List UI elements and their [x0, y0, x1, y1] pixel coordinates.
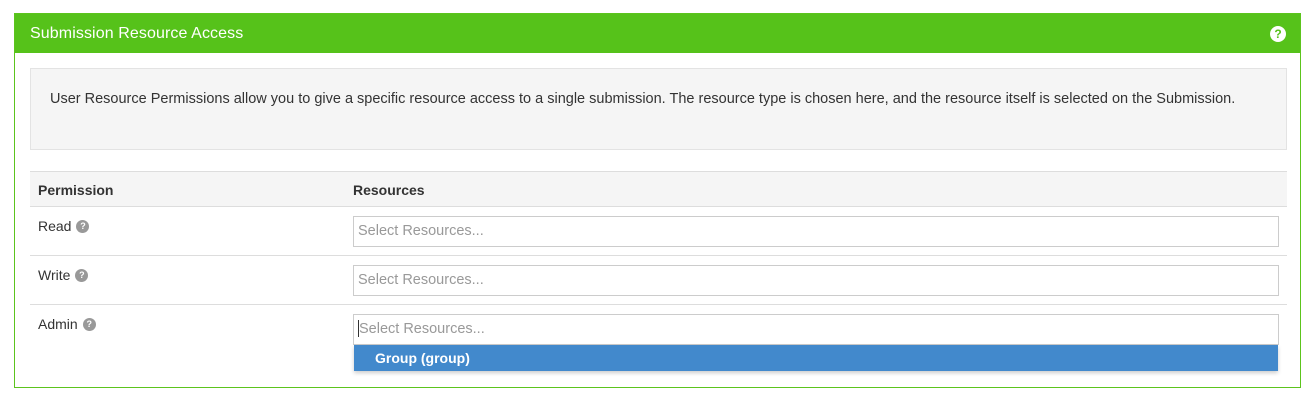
- text-caret: [358, 319, 359, 337]
- permission-name: Admin: [38, 316, 78, 332]
- table-row-write: Write ? Select Resources...: [30, 256, 1287, 305]
- info-description: User Resource Permissions allow you to g…: [30, 68, 1287, 150]
- permission-name: Read: [38, 218, 72, 234]
- column-header-permission: Permission: [38, 182, 114, 198]
- admin-resources-select[interactable]: Select Resources...: [353, 314, 1279, 345]
- question-circle-icon[interactable]: ?: [76, 219, 90, 233]
- question-circle-icon[interactable]: ?: [75, 268, 89, 282]
- column-header-resources: Resources: [353, 182, 425, 198]
- question-circle-icon[interactable]: ?: [1270, 25, 1286, 42]
- table-row-admin: Admin ? Select Resources... Group (group…: [30, 305, 1287, 371]
- read-resources-select[interactable]: Select Resources...: [353, 216, 1279, 247]
- select-placeholder: Select Resources...: [358, 272, 484, 288]
- table-header: Permission Resources: [30, 171, 1287, 207]
- permission-name: Write: [38, 267, 71, 283]
- question-circle-icon[interactable]: ?: [82, 317, 96, 331]
- write-resources-select[interactable]: Select Resources...: [353, 265, 1279, 296]
- dropdown-option-group[interactable]: Group (group): [354, 345, 1278, 371]
- select-placeholder: Select Resources...: [359, 321, 485, 337]
- permission-label-write: Write ?: [38, 267, 89, 283]
- select-placeholder: Select Resources...: [358, 223, 484, 239]
- table-row-read: Read ? Select Resources...: [30, 207, 1287, 256]
- permission-label-admin: Admin ?: [38, 316, 96, 332]
- submission-resource-access-panel: Submission Resource Access ? User Resour…: [14, 13, 1301, 388]
- panel-heading: Submission Resource Access ?: [15, 14, 1300, 53]
- permission-label-read: Read ?: [38, 218, 90, 234]
- panel-title: Submission Resource Access: [30, 24, 244, 42]
